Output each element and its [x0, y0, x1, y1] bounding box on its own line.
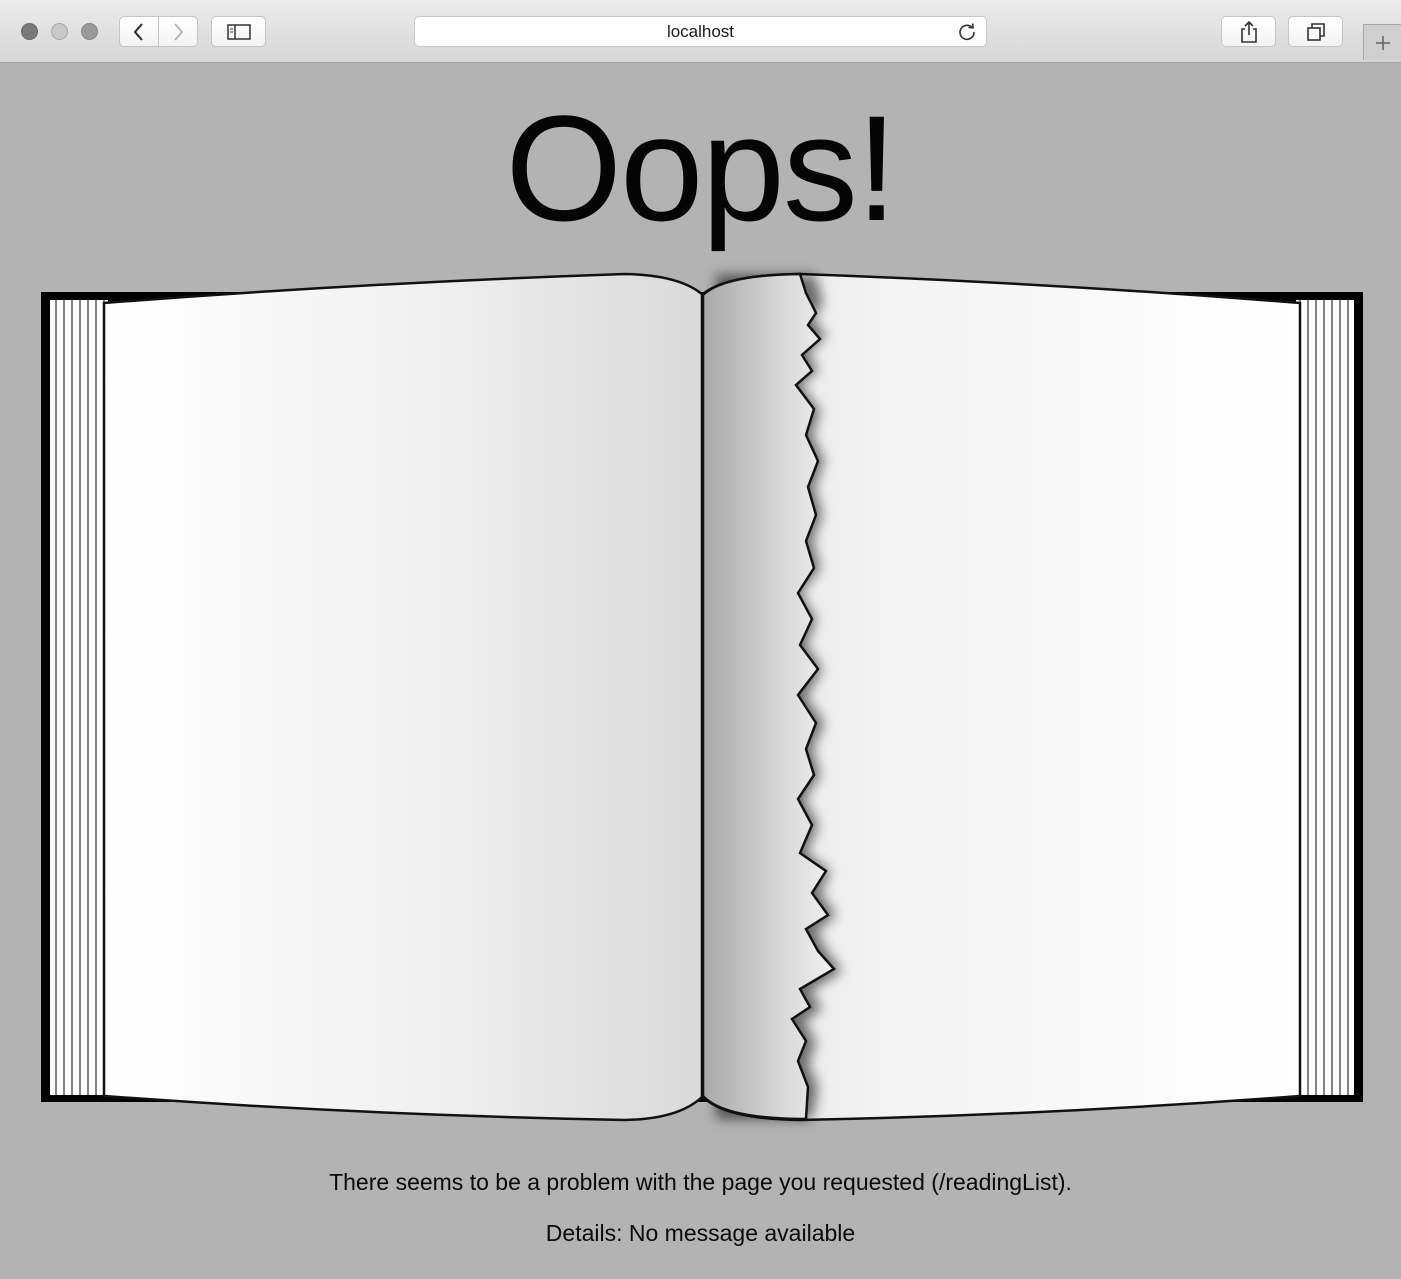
share-icon [1240, 20, 1257, 43]
show-tabs-button[interactable] [1288, 16, 1343, 47]
close-window-button[interactable] [21, 23, 38, 40]
reload-icon[interactable] [956, 21, 978, 43]
address-text: localhost [666, 21, 735, 41]
chevron-left-icon [133, 22, 143, 41]
error-message: There seems to be a problem with the pag… [329, 1169, 1072, 1195]
plus-icon [1375, 35, 1390, 50]
browser-toolbar: localhost [0, 0, 1401, 63]
back-button[interactable] [119, 16, 159, 47]
minimize-window-button[interactable] [51, 23, 68, 40]
chevron-right-icon [174, 22, 184, 41]
browser-window: localhost Oops! There seems to be a prob… [0, 0, 1401, 1279]
share-button[interactable] [1221, 16, 1276, 47]
tabs-icon [1306, 22, 1325, 41]
torn-book-illustration [41, 272, 1363, 1122]
zoom-window-button[interactable] [81, 23, 98, 40]
error-details: Details: No message available [545, 1220, 856, 1246]
sidebar-button[interactable] [211, 16, 266, 47]
sidebar-icon [226, 23, 251, 40]
new-tab-button[interactable] [1363, 24, 1401, 60]
page-content: Oops! There seems to be a problem with t… [0, 63, 1401, 1279]
address-bar[interactable]: localhost [414, 16, 987, 47]
forward-button[interactable] [158, 16, 198, 47]
